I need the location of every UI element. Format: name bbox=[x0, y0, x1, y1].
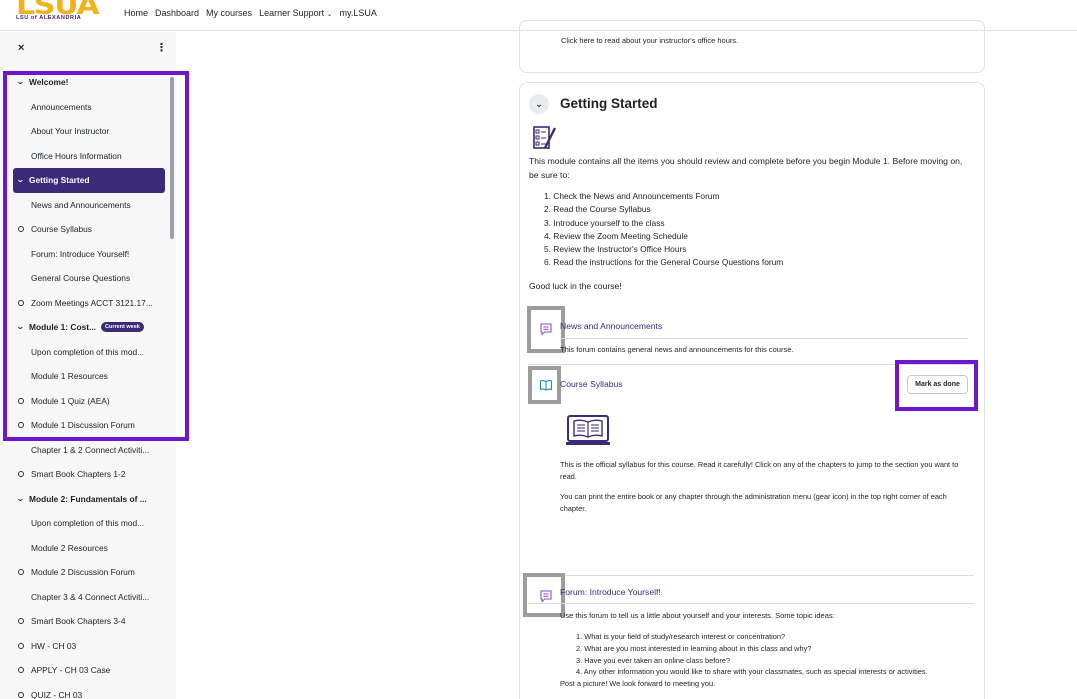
sidebar-item[interactable]: Module 2 Discussion Forum bbox=[13, 560, 165, 585]
nav-my-lsua[interactable]: my.LSUA bbox=[340, 8, 377, 18]
section-intro-text: This module contains all the items you s… bbox=[529, 156, 963, 180]
list-item: 1. Check the News and Announcements Foru… bbox=[544, 191, 720, 201]
sidebar-item-label: HW - CH 03 bbox=[31, 640, 77, 651]
good-luck-text: Good luck in the course! bbox=[529, 281, 622, 291]
lsua-logo[interactable]: LSUA LSU of ALEXANDRIA bbox=[14, 0, 106, 28]
list-item: 6. Read the instructions for the General… bbox=[544, 257, 784, 268]
sidebar-item-label: Smart Book Chapters 1-2 bbox=[31, 469, 126, 480]
forum-topic-list: 1. What is your field of study/research … bbox=[576, 631, 928, 678]
chevron-down-icon: ⌄ bbox=[326, 11, 333, 18]
nav-my-courses[interactable]: My courses bbox=[206, 8, 252, 18]
list-item: 2. Read the Course Syllabus bbox=[544, 204, 651, 215]
sidebar-item[interactable]: Chapter 3 & 4 Connect Activiti... bbox=[13, 585, 165, 610]
sidebar-item[interactable]: QUIZ - CH 03 bbox=[13, 683, 165, 699]
highlight-sidebar-box bbox=[3, 71, 189, 441]
office-hours-link[interactable]: Click here to read about your instructor… bbox=[561, 36, 738, 45]
chevron-down-icon: ⌄ bbox=[535, 98, 543, 109]
primary-nav: Home Dashboard My courses Learner Suppor… bbox=[124, 8, 377, 18]
forum-description: Use this forum to tell us a little about… bbox=[560, 611, 835, 620]
getting-started-steps: 1. Check the News and Announcements Foru… bbox=[544, 190, 783, 270]
sidebar-item[interactable]: APPLY - CH 03 Case bbox=[13, 658, 165, 683]
completion-circle-icon bbox=[18, 691, 24, 698]
divider bbox=[528, 603, 974, 604]
completion-circle-icon bbox=[18, 618, 24, 624]
news-announcements-link[interactable]: News and Announcements bbox=[560, 321, 662, 331]
sidebar-item-label: Chapter 1 & 2 Connect Activiti... bbox=[31, 444, 150, 455]
sidebar-item[interactable]: Module 2 Resources bbox=[13, 536, 165, 561]
highlight-syllabus-icon bbox=[528, 366, 561, 404]
divider bbox=[528, 575, 974, 576]
checklist-icon bbox=[531, 124, 559, 154]
sidebar-item-label: Module 2: Fundamentals of ... bbox=[29, 493, 147, 504]
syllabus-book-image bbox=[566, 414, 610, 448]
news-description: This forum contains general news and ann… bbox=[560, 345, 794, 354]
sidebar-item[interactable]: Upon completion of this mod... bbox=[13, 511, 165, 536]
office-hours-card: Click here to read about your instructor… bbox=[519, 20, 985, 73]
sidebar-item-label: Smart Book Chapters 3-4 bbox=[31, 616, 126, 627]
logo-subtitle: LSU of ALEXANDRIA bbox=[16, 15, 82, 21]
list-item: 1. What is your field of study/research … bbox=[576, 632, 786, 641]
highlight-mark-done bbox=[895, 360, 978, 411]
sidebar-item-label: Module 2 Resources bbox=[31, 542, 108, 553]
sidebar-item[interactable]: Chapter 1 & 2 Connect Activiti... bbox=[13, 438, 165, 463]
list-item: 4. Any other information you would like … bbox=[576, 667, 928, 677]
list-item: 2. What are you most interested in learn… bbox=[576, 643, 812, 653]
kebab-menu-icon[interactable]: ⋮ bbox=[156, 41, 167, 54]
sidebar-item-label: Module 2 Discussion Forum bbox=[31, 567, 135, 578]
forum-introduce-link[interactable]: Forum: Introduce Yourself! bbox=[560, 587, 661, 597]
sidebar-item[interactable]: Smart Book Chapters 1-2 bbox=[13, 462, 165, 487]
sidebar-item-label: Chapter 3 & 4 Connect Activiti... bbox=[31, 591, 150, 602]
forum-post-text: Post a picture! We look forward to meeti… bbox=[560, 679, 716, 688]
close-icon[interactable]: × bbox=[18, 42, 24, 54]
divider bbox=[560, 338, 968, 339]
chevron-down-icon[interactable]: ⌄ bbox=[16, 494, 25, 503]
list-item: 3. Have you ever taken an online class b… bbox=[576, 655, 731, 665]
list-item: 4. Review the Zoom Meeting Schedule bbox=[544, 230, 688, 241]
sidebar-item[interactable]: HW - CH 03 bbox=[13, 634, 165, 659]
syllabus-text-1: This is the official syllabus for this c… bbox=[560, 460, 959, 481]
completion-circle-icon bbox=[18, 471, 24, 477]
completion-circle-icon bbox=[18, 667, 24, 673]
course-syllabus-link[interactable]: Course Syllabus bbox=[560, 379, 623, 389]
syllabus-text-2: You can print the entire book or any cha… bbox=[560, 492, 947, 513]
nav-learner-support-label: Learner Support bbox=[259, 8, 325, 18]
sidebar-item[interactable]: Smart Book Chapters 3-4 bbox=[13, 609, 165, 634]
section-collapse-toggle[interactable]: ⌄ bbox=[529, 94, 549, 114]
section-title: Getting Started bbox=[560, 96, 658, 111]
list-item: 5. Review the Instructor's Office Hours bbox=[544, 244, 687, 255]
sidebar-item-label: Upon completion of this mod... bbox=[31, 518, 145, 529]
highlight-forum-icon bbox=[523, 573, 565, 617]
nav-dashboard[interactable]: Dashboard bbox=[155, 8, 199, 18]
sidebar-item-label: APPLY - CH 03 Case bbox=[31, 665, 111, 676]
list-item: 3. Introduce yourself to the class bbox=[544, 217, 665, 228]
sidebar-section[interactable]: ⌄ Module 2: Fundamentals of ... bbox=[13, 487, 165, 512]
nav-home[interactable]: Home bbox=[124, 8, 148, 18]
completion-circle-icon bbox=[18, 642, 24, 649]
completion-circle-icon bbox=[18, 569, 24, 575]
sidebar-item-label: QUIZ - CH 03 bbox=[31, 689, 83, 699]
nav-learner-support[interactable]: Learner Support ⌄ bbox=[259, 8, 332, 18]
